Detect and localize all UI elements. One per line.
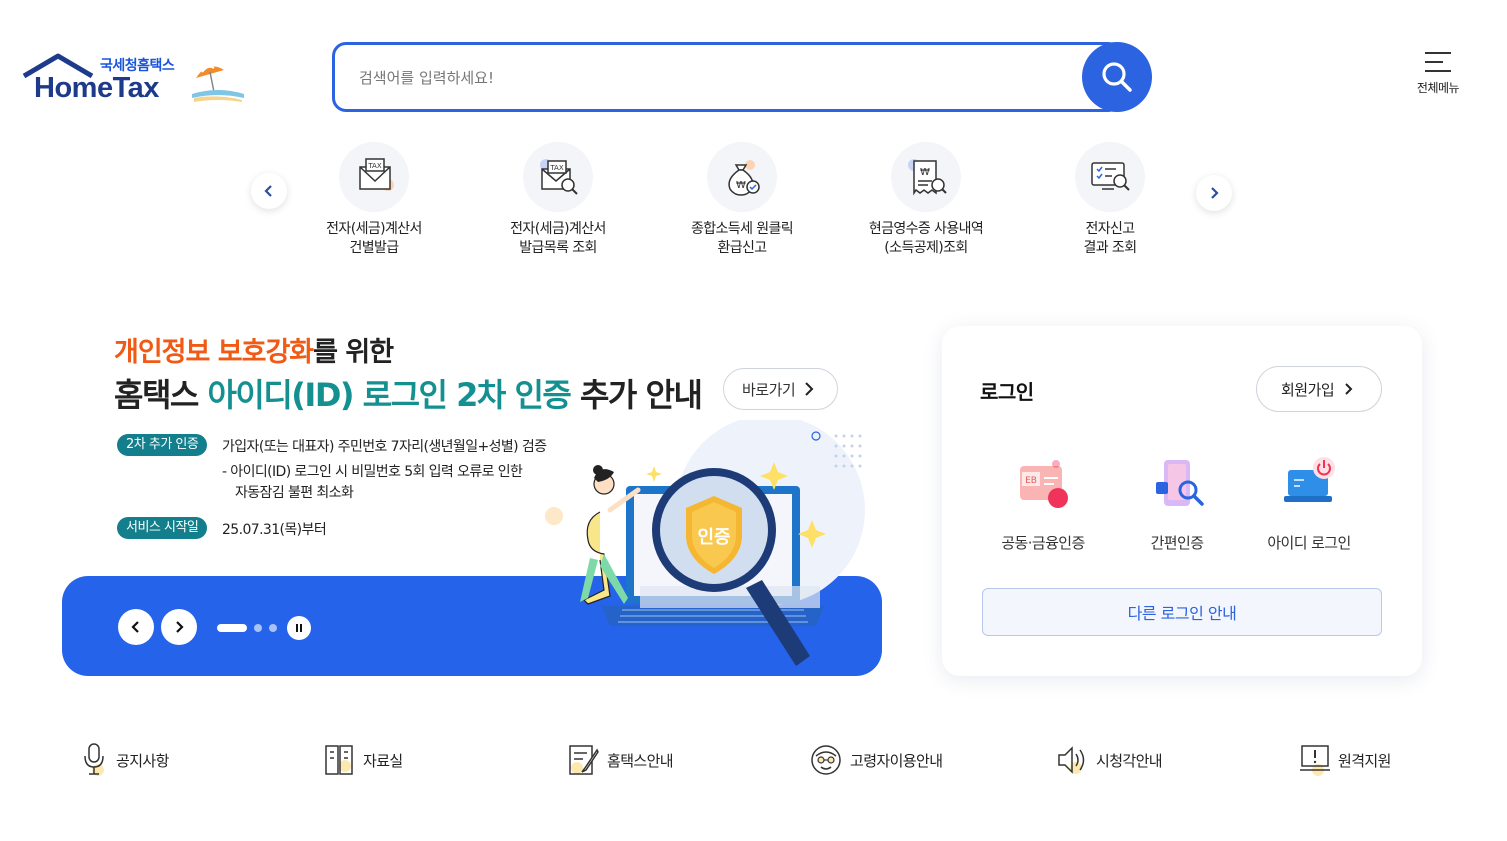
- svg-text:EB: EB: [1025, 476, 1037, 486]
- notice-link[interactable]: 공지사항: [80, 740, 169, 780]
- audiovisual-guide-link[interactable]: 시청각안내: [1056, 740, 1163, 780]
- quick-service-label: 건별발급: [349, 240, 399, 256]
- remote-support-icon: [1300, 745, 1330, 776]
- money-bag-icon: ₩: [728, 160, 760, 196]
- quick-service-label: 전자(세금)계산서: [326, 221, 422, 237]
- banner-desc-1: 가입자(또는 대표자) 주민번호 7자리(생년월일+성별) 검증: [222, 439, 547, 455]
- quick-service-label: 환급신고: [717, 240, 767, 256]
- svg-text:₩: ₩: [920, 167, 930, 178]
- login-panel: 로그인 회원가입 EB 공동·금융인증 간편인증 아이디 로그인 다른 로그인 …: [942, 326, 1422, 676]
- search-input[interactable]: [359, 63, 1059, 93]
- chevron-right-icon: [1345, 383, 1353, 395]
- pause-icon: [296, 624, 302, 632]
- banner-headline-1: 개인정보 보호강화를 위한: [114, 330, 394, 369]
- banner-pause-button[interactable]: [287, 616, 311, 640]
- other-login-guide-button[interactable]: 다른 로그인 안내: [982, 588, 1382, 636]
- quick-service-label: (소득공제)조회: [884, 240, 968, 256]
- badge-text: 인증: [697, 527, 730, 548]
- hometax-guide-link[interactable]: 홈택스안내: [567, 740, 674, 780]
- login-option-simple-auth[interactable]: 간편인증: [1112, 454, 1242, 553]
- remote-support-label: 원격지원: [1338, 751, 1391, 770]
- senior-guide-label: 고령자이용안내: [850, 751, 943, 770]
- quick-service-tax-invoice-issue[interactable]: TAX 전자(세금)계산서건별발급: [299, 142, 449, 258]
- banner-prev-button[interactable]: [118, 609, 154, 645]
- speaker-icon: [1058, 746, 1085, 774]
- svg-text:₩: ₩: [736, 180, 746, 191]
- login-option-label: 아이디 로그인: [1267, 534, 1351, 552]
- banner-headline-part: 홈택스: [114, 376, 208, 414]
- quick-service-label: 결과 조회: [1083, 240, 1138, 256]
- banner-tag-start-date: 서비스 시작일: [117, 517, 208, 539]
- slide-indicator-3[interactable]: [269, 624, 277, 632]
- signup-label: 회원가입: [1281, 380, 1335, 399]
- banner-headline-2: 홈택스 아이디(ID) 로그인 2차 인증 추가 안내: [114, 370, 703, 416]
- remote-support-link[interactable]: 원격지원: [1298, 740, 1391, 780]
- chevron-left-icon: [131, 621, 139, 633]
- quick-service-label: 발급목록 조회: [519, 240, 597, 256]
- quick-service-label: 현금영수증 사용내역: [868, 221, 984, 237]
- svg-text:TAX: TAX: [549, 164, 564, 172]
- chevron-right-icon: [1211, 187, 1219, 199]
- senior-guide-link[interactable]: 고령자이용안내: [810, 740, 943, 780]
- banner-desc-2: - 아이디(ID) 로그인 시 비밀번호 5회 입력 오류로 인한: [222, 464, 523, 480]
- beach-umbrella-icon: [192, 65, 244, 102]
- archive-link[interactable]: 자료실: [323, 740, 403, 780]
- slide-indicator-1[interactable]: [217, 624, 247, 632]
- archive-icon: [325, 745, 353, 775]
- chevron-left-icon: [264, 185, 272, 197]
- quick-service-income-tax-refund[interactable]: ₩ 종합소득세 원클릭환급신고: [667, 142, 817, 258]
- banner-headline-highlight: 아이디(ID) 로그인 2차 인증: [207, 376, 571, 414]
- quick-service-label: 전자(세금)계산서: [510, 221, 606, 237]
- banner-headline-part: 추가 안내: [570, 376, 703, 414]
- quick-service-tax-invoice-list[interactable]: TAX 전자(세금)계산서발급목록 조회: [483, 142, 633, 258]
- banner-start-date: 25.07.31(목)부터: [222, 522, 327, 538]
- quick-service-cash-receipt[interactable]: ₩ 현금영수증 사용내역 (소득공제)조회: [851, 142, 1001, 258]
- banner-tag-second-auth: 2차 추가 인증: [117, 434, 208, 456]
- laptop-id-icon: [1284, 457, 1335, 502]
- search-icon: [1102, 62, 1132, 92]
- banner-goto-button[interactable]: 바로가기: [723, 368, 838, 410]
- banner-next-button[interactable]: [161, 609, 197, 645]
- login-option-label: 공동·금융인증: [1001, 534, 1085, 552]
- hometax-guide-label: 홈택스안내: [607, 751, 674, 770]
- chevron-right-icon: [805, 382, 814, 396]
- audiovisual-guide-label: 시청각안내: [1096, 751, 1163, 770]
- quick-service-label: 종합소득세 원클릭: [690, 221, 794, 237]
- search-box: [332, 42, 1122, 112]
- hamburger-icon: [1425, 52, 1451, 72]
- monitor-search-icon: [1091, 162, 1130, 191]
- search-button[interactable]: [1082, 42, 1152, 112]
- tax-search-icon: TAX: [540, 159, 578, 195]
- slide-indicator-2[interactable]: [254, 624, 262, 632]
- tax-envelope-icon: TAX: [359, 158, 394, 191]
- quick-service-label: 전자신고: [1085, 221, 1135, 237]
- login-title: 로그인: [980, 380, 1034, 404]
- banner-headline-highlight: 개인정보 보호강화: [114, 337, 314, 368]
- login-option-id-login[interactable]: 아이디 로그인: [1244, 454, 1374, 553]
- signup-button[interactable]: 회원가입: [1256, 366, 1382, 412]
- quick-prev-button[interactable]: [251, 173, 287, 209]
- document-edit-icon: [569, 745, 599, 775]
- logo-title: HomeTax: [34, 72, 159, 104]
- login-option-certificate[interactable]: EB 공동·금융인증: [978, 454, 1108, 553]
- full-menu-label: 전체메뉴: [1416, 81, 1460, 95]
- quick-service-e-filing-result[interactable]: 전자신고결과 조회: [1035, 142, 1185, 258]
- auth-illustration: 인증: [545, 420, 865, 666]
- hometax-logo[interactable]: 국세청홈택스 HomeTax: [20, 50, 250, 110]
- banner-desc-3: 자동잠김 불편 최소화: [235, 485, 354, 501]
- senior-icon: [811, 745, 841, 775]
- microphone-icon: [84, 743, 104, 776]
- banner-headline-rest: 를 위한: [313, 337, 394, 368]
- notice-label: 공지사항: [116, 751, 169, 770]
- archive-label: 자료실: [363, 751, 403, 770]
- certificate-card-icon: EB: [1020, 460, 1068, 508]
- receipt-icon: ₩: [908, 159, 947, 196]
- chevron-right-icon: [176, 621, 184, 633]
- login-option-label: 간편인증: [1150, 534, 1204, 552]
- phone-auth-icon: [1156, 460, 1204, 506]
- goto-label: 바로가기: [742, 380, 796, 399]
- svg-text:TAX: TAX: [367, 162, 382, 170]
- quick-next-button[interactable]: [1196, 175, 1232, 211]
- full-menu-button[interactable]: 전체메뉴: [1408, 52, 1468, 104]
